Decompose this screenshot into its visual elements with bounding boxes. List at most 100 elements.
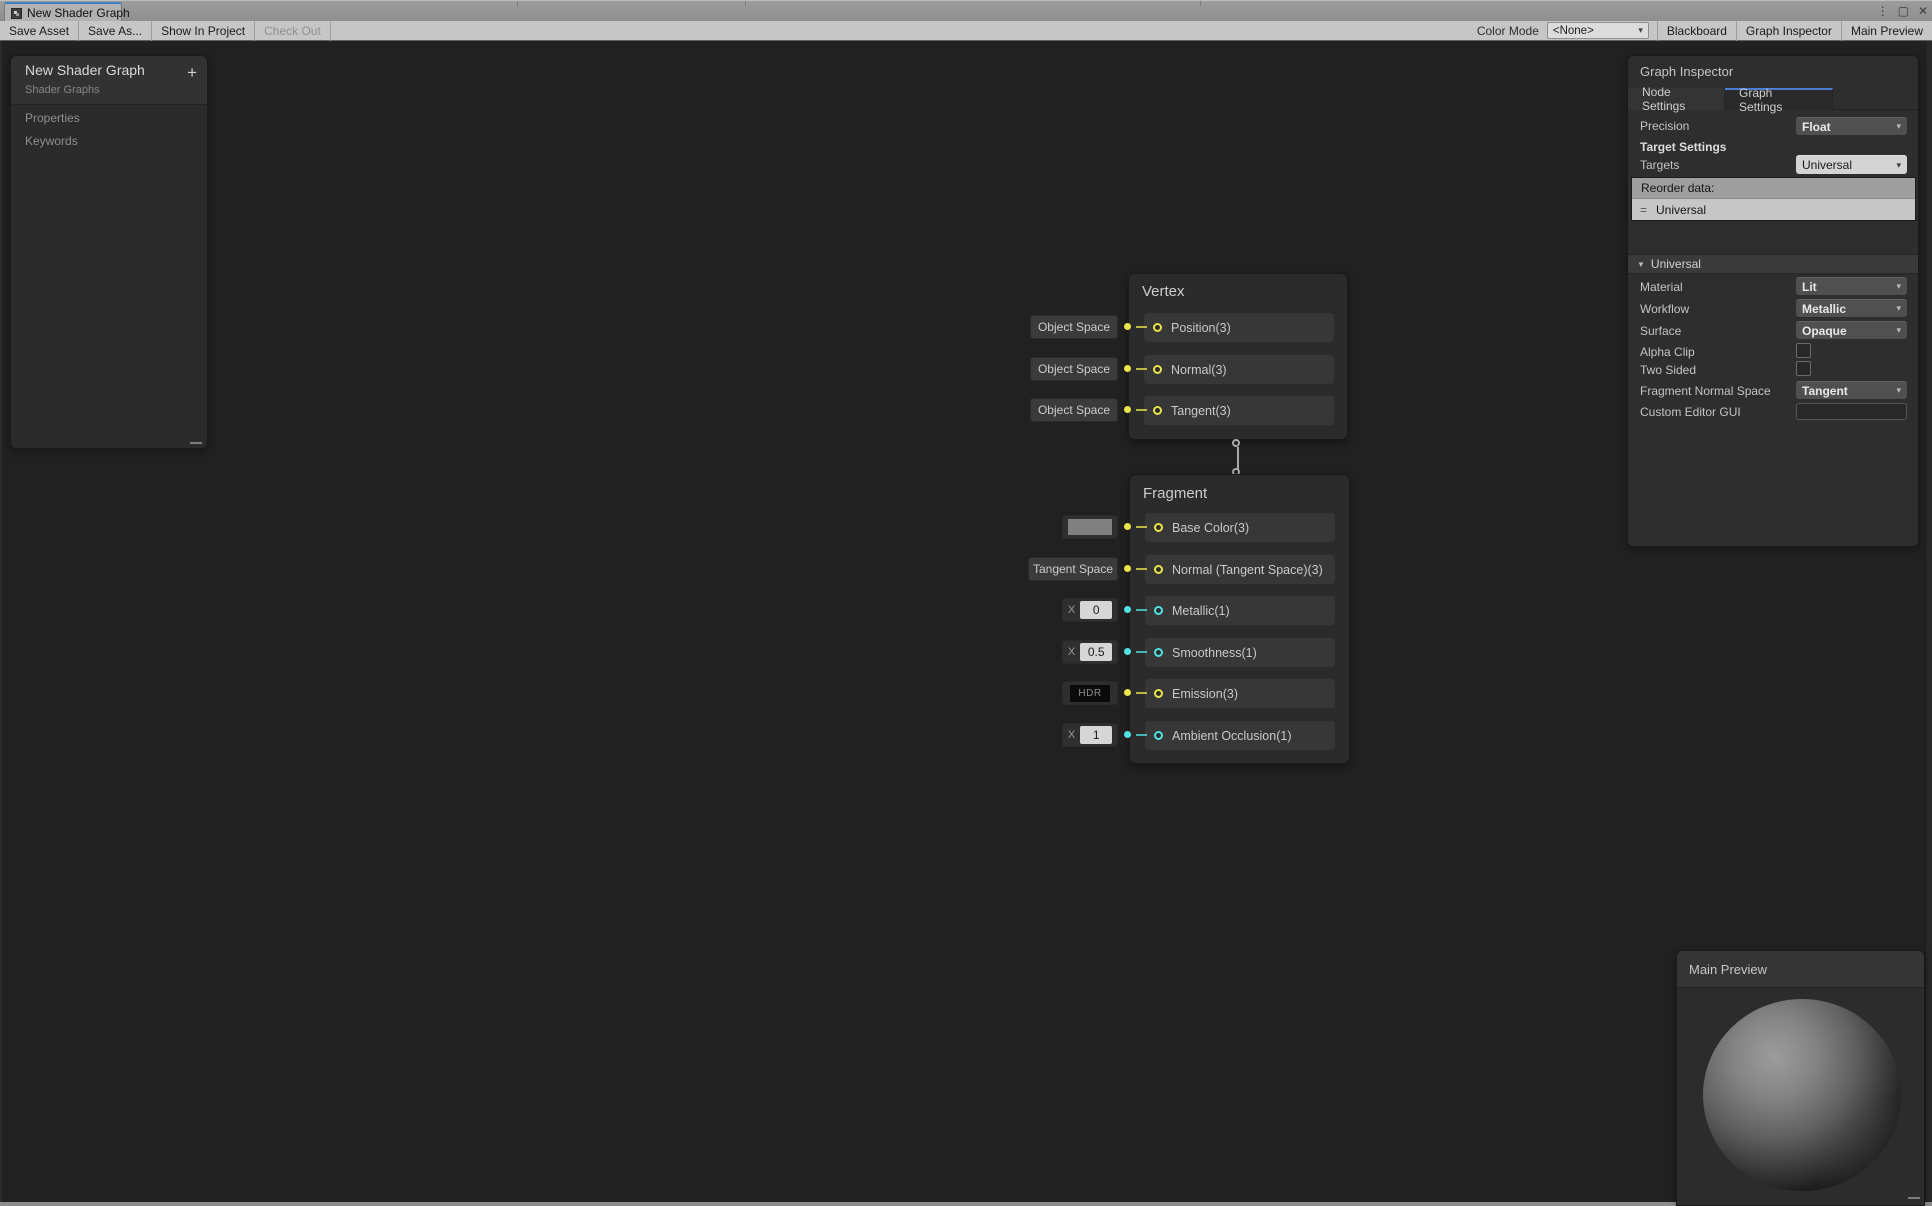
port-row-normal-tangent-space[interactable]: Normal (Tangent Space)(3) [1145, 555, 1335, 584]
blackboard-header[interactable]: New Shader Graph Shader Graphs + [11, 56, 207, 105]
fragment-node[interactable]: Fragment Base Color(3) Normal (Tangent S… [1129, 474, 1350, 764]
connector-stub [1136, 326, 1147, 328]
port-label: Metallic(1) [1172, 604, 1230, 618]
reorder-item-label: Universal [1656, 203, 1706, 217]
chevron-down-icon: ▾ [1896, 121, 1901, 132]
object-space-chip[interactable]: Object Space [1030, 398, 1118, 422]
port-vector3-icon[interactable] [1153, 406, 1162, 415]
port-row-base-color[interactable]: Base Color(3) [1145, 513, 1335, 542]
connector-stub [1136, 692, 1147, 694]
precision-dropdown[interactable]: Float ▾ [1796, 117, 1907, 135]
kebab-menu-icon[interactable]: ⋮ [1877, 4, 1889, 18]
base-color-swatch-chip[interactable] [1062, 515, 1118, 539]
port-row-emission[interactable]: Emission(3) [1145, 679, 1335, 708]
blackboard-toggle-button[interactable]: Blackboard [1658, 21, 1736, 41]
window-bottom-edge [0, 1202, 1932, 1206]
main-preview-title: Main Preview [1689, 962, 1767, 977]
save-as-button[interactable]: Save As... [79, 21, 151, 41]
smoothness-value-field[interactable]: 0.5 [1080, 643, 1112, 661]
port-label: Base Color(3) [1172, 521, 1249, 535]
connector-dot [1124, 606, 1131, 613]
tab-graph-settings[interactable]: Graph Settings [1725, 88, 1833, 110]
window-controls: ⋮ ▢ ✕ [1877, 4, 1928, 18]
port-float-icon[interactable] [1154, 648, 1163, 657]
targets-dropdown[interactable]: Universal ▾ [1796, 155, 1907, 174]
check-out-button: Check Out [255, 21, 330, 41]
color-swatch[interactable] [1068, 519, 1112, 535]
main-preview-toggle-button[interactable]: Main Preview [1842, 21, 1932, 41]
color-mode-dropdown[interactable]: <None> ▾ [1547, 22, 1649, 39]
tab-node-settings[interactable]: Node Settings [1628, 88, 1725, 110]
blackboard-section-keywords[interactable]: Keywords [25, 134, 78, 148]
port-float-icon[interactable] [1154, 606, 1163, 615]
port-row-normal[interactable]: Normal(3) [1144, 355, 1334, 384]
port-row-metallic[interactable]: Metallic(1) [1145, 596, 1335, 625]
tab-new-shader-graph[interactable]: New Shader Graph [4, 2, 122, 22]
port-vector3-icon[interactable] [1153, 323, 1162, 332]
tabstrip-divider [1200, 1, 1201, 6]
toolbar-separator [330, 21, 331, 41]
surface-label: Surface [1640, 324, 1681, 338]
object-space-chip[interactable]: Object Space [1030, 357, 1118, 381]
x-component-label: X [1068, 646, 1075, 658]
preview-resize-handle[interactable] [1908, 1197, 1920, 1199]
connector-dot [1124, 731, 1131, 738]
universal-foldout[interactable]: ▼ Universal [1628, 254, 1918, 274]
connector-stub [1136, 368, 1147, 370]
tangent-space-chip[interactable]: Tangent Space [1028, 557, 1118, 581]
targets-label: Targets [1640, 158, 1679, 172]
precision-label: Precision [1640, 119, 1689, 133]
metallic-value-field[interactable]: 0 [1080, 601, 1112, 619]
chevron-down-icon: ▾ [1638, 25, 1643, 36]
shader-preview-sphere[interactable] [1703, 999, 1901, 1191]
object-space-chip[interactable]: Object Space [1030, 315, 1118, 339]
edge-endpoint-icon[interactable] [1232, 439, 1240, 447]
port-vector3-icon[interactable] [1153, 365, 1162, 374]
material-dropdown[interactable]: Lit ▾ [1796, 277, 1907, 295]
graph-inspector-toggle-button[interactable]: Graph Inspector [1737, 21, 1841, 41]
main-preview-header[interactable]: Main Preview [1677, 951, 1924, 988]
color-mode-label: Color Mode [1477, 24, 1547, 38]
ambient-occlusion-value-field[interactable]: 1 [1080, 726, 1112, 744]
emission-hdr-chip[interactable]: HDR [1062, 681, 1118, 705]
fragment-normal-space-dropdown[interactable]: Tangent ▾ [1796, 381, 1907, 399]
tabstrip-divider [745, 1, 746, 6]
surface-dropdown[interactable]: Opaque ▾ [1796, 321, 1907, 339]
port-vector3-icon[interactable] [1154, 689, 1163, 698]
port-row-tangent[interactable]: Tangent(3) [1144, 396, 1334, 425]
tabstrip-divider [517, 1, 518, 6]
smoothness-value-chip: X 0.5 [1062, 640, 1118, 664]
alpha-clip-checkbox[interactable] [1796, 343, 1811, 358]
port-row-ambient-occlusion[interactable]: Ambient Occlusion(1) [1145, 721, 1335, 750]
connector-dot [1124, 406, 1131, 413]
port-row-position[interactable]: Position(3) [1144, 313, 1334, 342]
show-in-project-button[interactable]: Show In Project [152, 21, 254, 41]
workflow-dropdown[interactable]: Metallic ▾ [1796, 299, 1907, 317]
port-vector3-icon[interactable] [1154, 523, 1163, 532]
vertex-node[interactable]: Vertex Position(3) Normal(3) Tangent(3) [1128, 273, 1348, 440]
blackboard-resize-handle[interactable] [190, 442, 202, 444]
port-row-smoothness[interactable]: Smoothness(1) [1145, 638, 1335, 667]
maximize-icon[interactable]: ▢ [1898, 4, 1909, 18]
drag-handle-icon[interactable]: = [1640, 203, 1647, 217]
chevron-down-icon: ▾ [1896, 281, 1901, 292]
two-sided-checkbox[interactable] [1796, 361, 1811, 376]
two-sided-label: Two Sided [1640, 363, 1696, 377]
reorder-item-universal[interactable]: = Universal [1632, 198, 1915, 220]
custom-editor-gui-field[interactable] [1796, 403, 1907, 420]
save-asset-button[interactable]: Save Asset [0, 21, 78, 41]
blackboard-section-properties[interactable]: Properties [25, 111, 80, 125]
port-label: Ambient Occlusion(1) [1172, 729, 1292, 743]
port-label: Smoothness(1) [1172, 646, 1257, 660]
close-icon[interactable]: ✕ [1918, 4, 1928, 18]
add-property-icon[interactable]: + [187, 64, 197, 81]
connector-stub [1136, 526, 1147, 528]
blackboard-subtitle: Shader Graphs [25, 84, 100, 96]
port-label: Normal(3) [1171, 363, 1227, 377]
x-component-label: X [1068, 604, 1075, 616]
hdr-color-swatch[interactable]: HDR [1070, 685, 1110, 702]
port-float-icon[interactable] [1154, 731, 1163, 740]
connector-dot [1124, 523, 1131, 530]
port-vector3-icon[interactable] [1154, 565, 1163, 574]
universal-foldout-title: Universal [1651, 257, 1701, 271]
